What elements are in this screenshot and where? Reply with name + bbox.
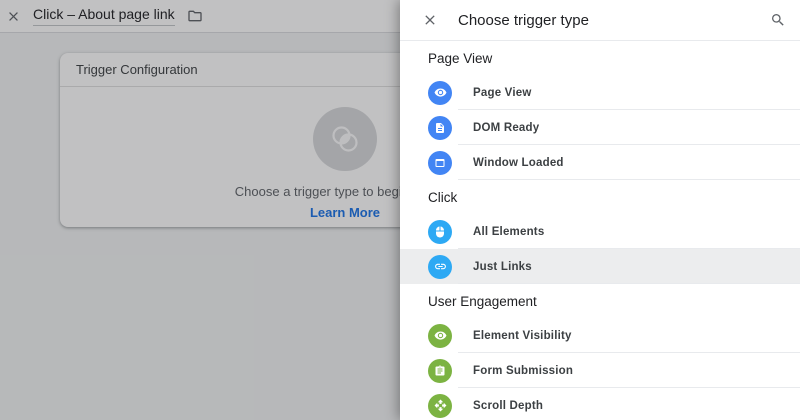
trigger-item-page-view[interactable]: Page View bbox=[400, 75, 800, 110]
trigger-item-form-submission[interactable]: Form Submission bbox=[400, 353, 800, 388]
trigger-item-window-loaded[interactable]: Window Loaded bbox=[400, 145, 800, 180]
trigger-item-just-links[interactable]: Just Links bbox=[400, 249, 800, 284]
panel-header: Choose trigger type bbox=[400, 0, 800, 41]
panel-title: Choose trigger type bbox=[458, 12, 589, 29]
scroll-arrows-icon bbox=[428, 394, 452, 418]
gtm-trigger-screen: Click – About page link Trigger Configur… bbox=[0, 0, 800, 420]
section-label: User Engagement bbox=[400, 292, 800, 318]
trigger-item-label: Element Visibility bbox=[473, 330, 572, 342]
document-icon bbox=[428, 116, 452, 140]
eye-icon bbox=[428, 81, 452, 105]
trigger-item-label: DOM Ready bbox=[473, 122, 539, 134]
trigger-item-all-elements[interactable]: All Elements bbox=[400, 214, 800, 249]
trigger-item-dom-ready[interactable]: DOM Ready bbox=[400, 110, 800, 145]
link-icon bbox=[428, 255, 452, 279]
trigger-item-label: Page View bbox=[473, 87, 531, 99]
trigger-type-list: Page View Page View DOM Ready bbox=[400, 41, 800, 420]
trigger-item-label: All Elements bbox=[473, 226, 544, 238]
section-label: Click bbox=[400, 188, 800, 214]
section-click: Click All Elements Just Links bbox=[400, 180, 800, 284]
section-page-view: Page View Page View DOM Ready bbox=[400, 41, 800, 180]
panel-close-icon[interactable] bbox=[420, 10, 440, 30]
choose-trigger-type-panel: Choose trigger type Page View Page View bbox=[400, 0, 800, 420]
section-label: Page View bbox=[400, 49, 800, 75]
section-user-engagement: User Engagement Element Visibility Form … bbox=[400, 284, 800, 420]
eye-icon bbox=[428, 324, 452, 348]
trigger-item-label: Just Links bbox=[473, 261, 532, 273]
trigger-item-label: Scroll Depth bbox=[473, 400, 543, 412]
trigger-item-element-visibility[interactable]: Element Visibility bbox=[400, 318, 800, 353]
trigger-item-label: Form Submission bbox=[473, 365, 573, 377]
trigger-item-scroll-depth[interactable]: Scroll Depth bbox=[400, 388, 800, 420]
mouse-icon bbox=[428, 220, 452, 244]
search-icon[interactable] bbox=[768, 10, 788, 30]
form-icon bbox=[428, 359, 452, 383]
trigger-item-label: Window Loaded bbox=[473, 157, 564, 169]
window-icon bbox=[428, 151, 452, 175]
